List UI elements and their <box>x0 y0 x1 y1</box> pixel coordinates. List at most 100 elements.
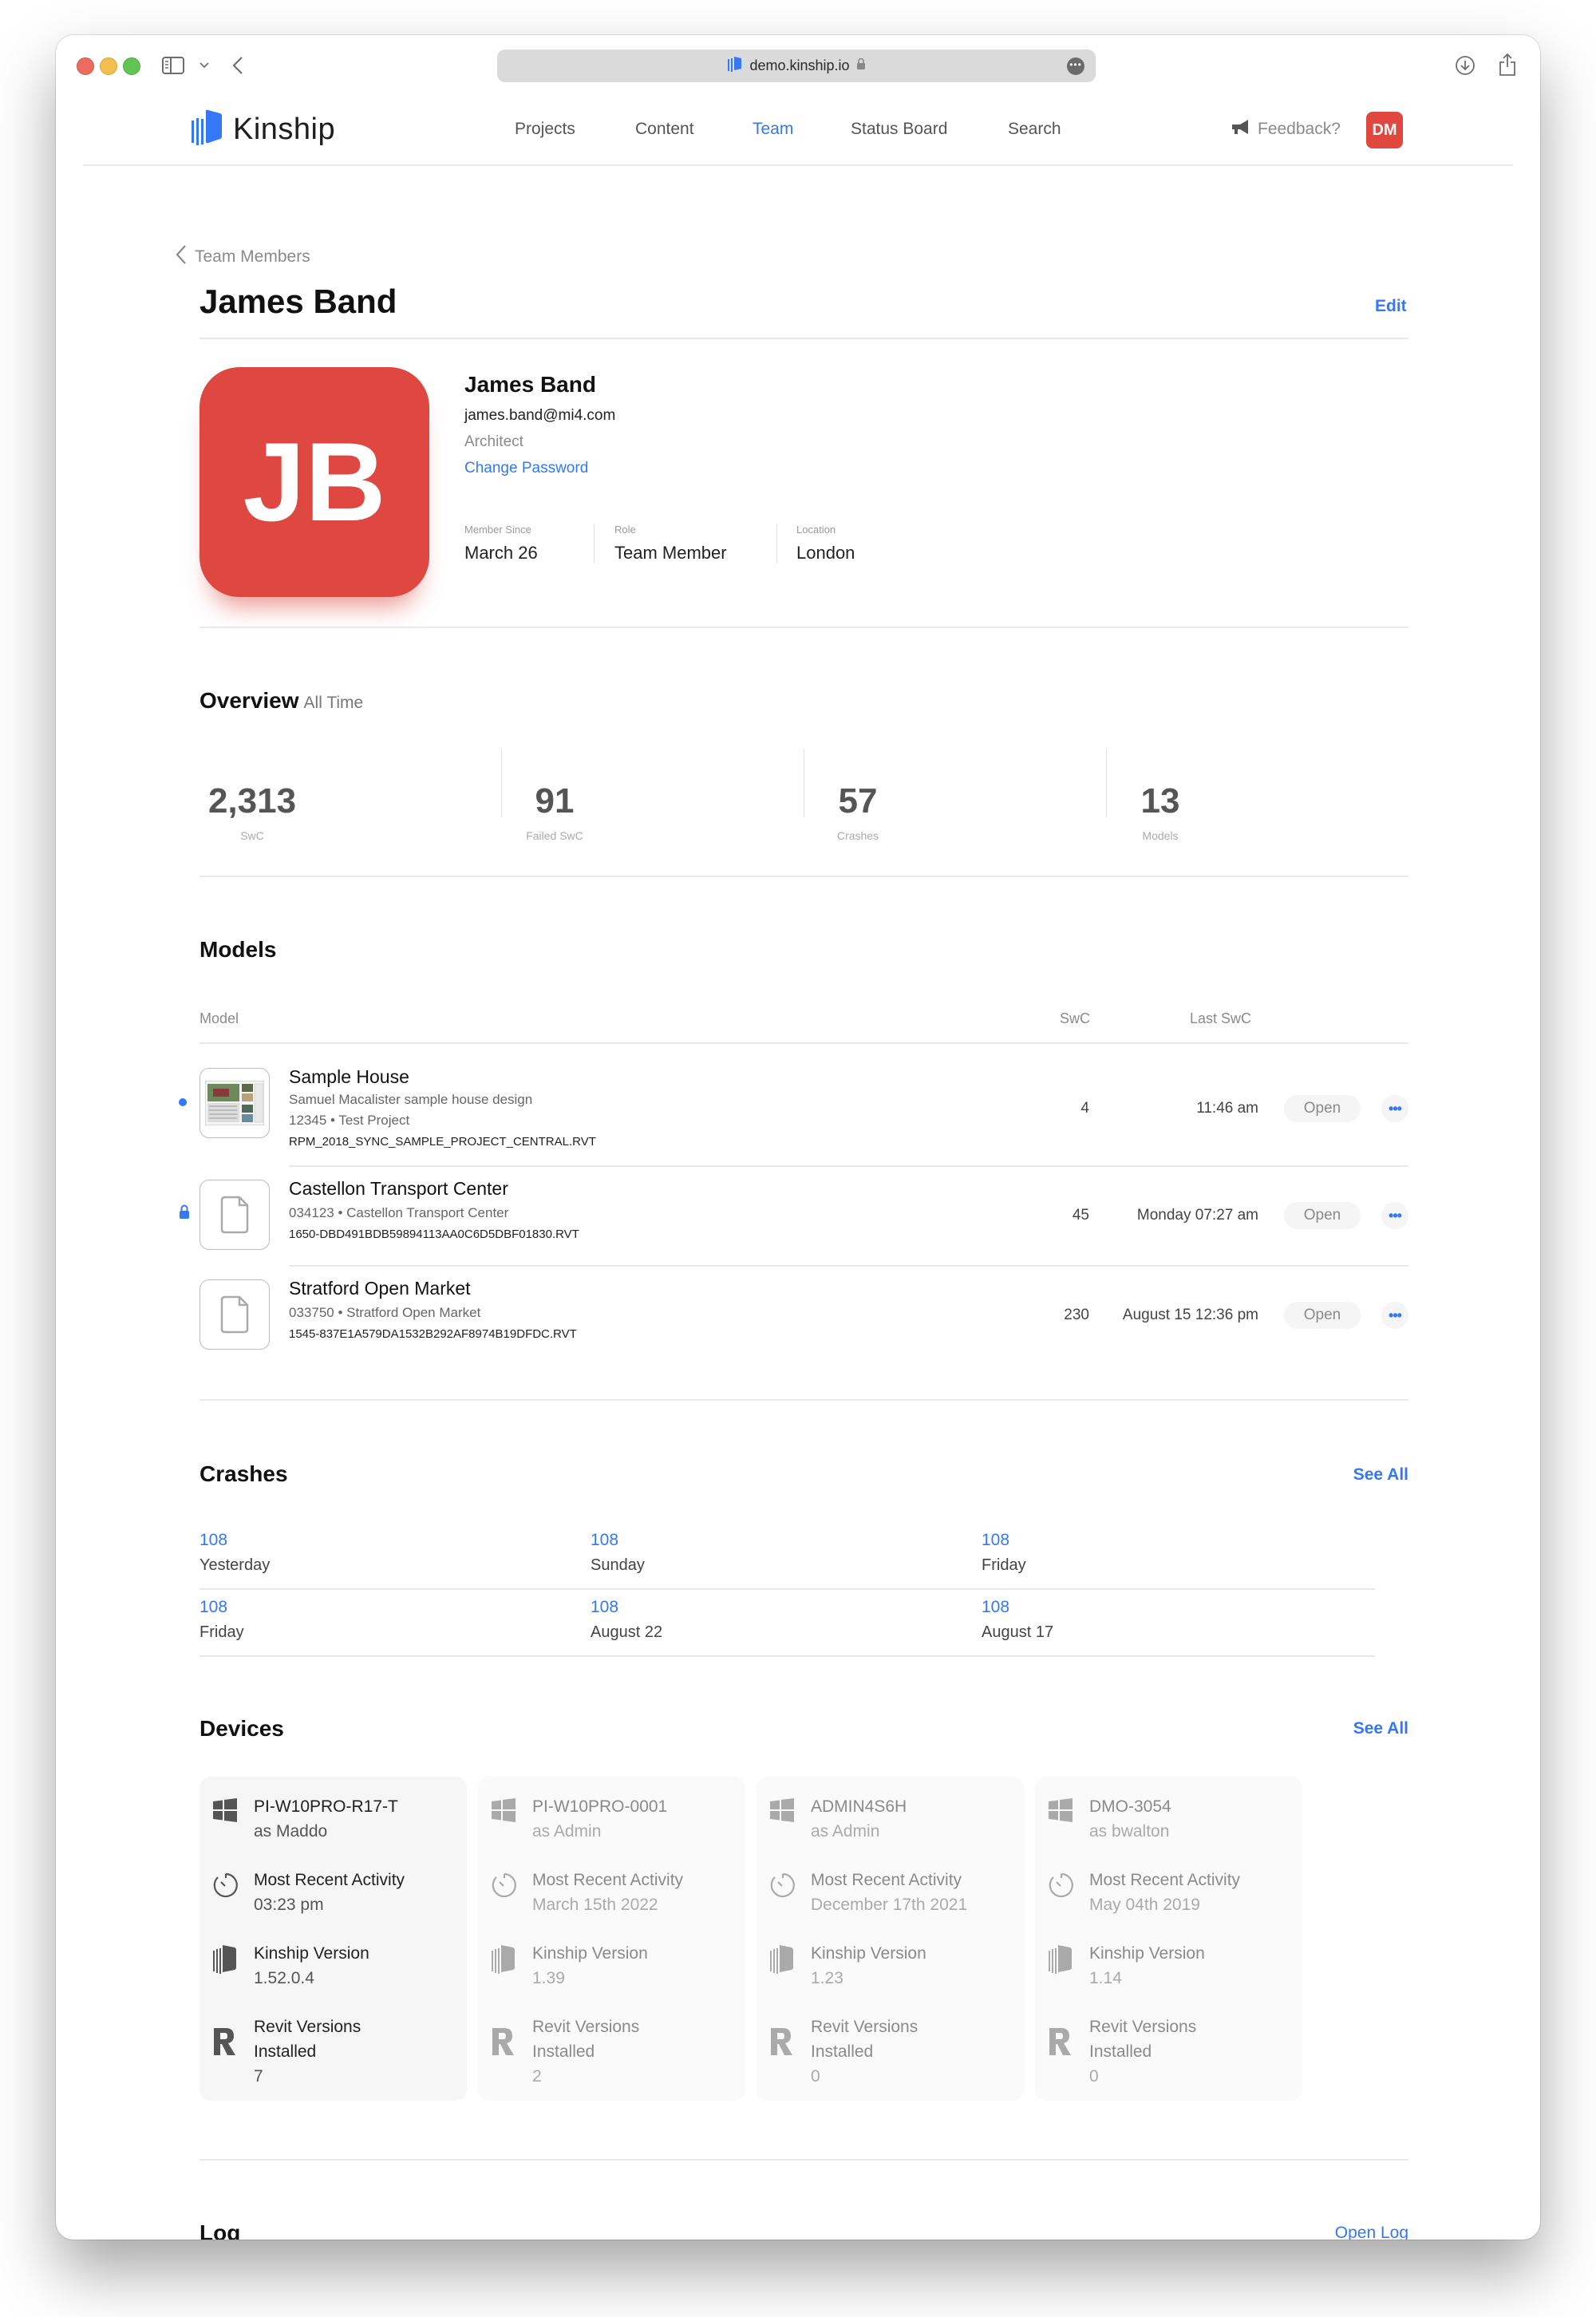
model-name[interactable]: Castellon Transport Center <box>289 1178 508 1200</box>
crash-count[interactable]: 108 <box>200 1531 583 1550</box>
model-last-swc: August 15 12:36 pm <box>1122 1307 1258 1323</box>
model-project: 12345 • Test Project <box>289 1113 410 1128</box>
kinship-version-value: 1.52.0.4 <box>254 1969 314 1987</box>
model-swc: 4 <box>1080 1100 1089 1117</box>
feedback-link[interactable]: Feedback? <box>1231 118 1341 140</box>
devices-divider <box>200 2159 1408 2161</box>
kinship-version-value: 1.14 <box>1089 1969 1122 1987</box>
stat-value: 2,313 <box>207 781 297 820</box>
revit-count: 0 <box>811 2067 820 2086</box>
model-name[interactable]: Sample House <box>289 1066 409 1088</box>
lock-icon <box>179 1204 190 1224</box>
crash-count[interactable]: 108 <box>982 1531 1365 1550</box>
crash-item[interactable]: 108 Sunday <box>591 1531 974 1575</box>
close-window-button[interactable] <box>77 57 94 75</box>
device-name: PI-W10PRO-R17-T <box>254 1797 398 1816</box>
brand-logo[interactable]: Kinship <box>192 109 335 150</box>
open-model-button[interactable]: Open <box>1284 1202 1361 1229</box>
revit-count: 2 <box>532 2067 542 2086</box>
kinship-version-label: Kinship Version <box>811 1944 926 1963</box>
stat-value: 57 <box>838 781 878 820</box>
windows-icon <box>212 1794 254 1844</box>
device-card[interactable]: DMO-3054 as bwalton Most Recent Activity M… <box>1035 1777 1302 2101</box>
share-icon[interactable] <box>1497 51 1518 78</box>
nav-search[interactable]: Search <box>1008 120 1061 139</box>
nav-status-board[interactable]: Status Board <box>851 120 947 139</box>
user-menu-avatar[interactable]: DM <box>1366 112 1403 148</box>
revit-icon <box>491 2015 532 2089</box>
stat-value: 13 <box>1140 781 1180 820</box>
profile-name: James Band <box>464 372 596 397</box>
location-label: Location <box>796 524 836 536</box>
device-card[interactable]: PI-W10PRO-0001 as Admin Most Recent Activ… <box>478 1777 745 2101</box>
kinship-logo-icon <box>769 1941 811 1991</box>
browser-window: demo.kinship.io ••• Kinship Projects Con… <box>56 35 1540 2240</box>
zoom-window-button[interactable] <box>123 57 140 75</box>
breadcrumb[interactable]: Team Members <box>176 244 310 270</box>
crashes-see-all-link[interactable]: See All <box>1353 1465 1408 1485</box>
device-card[interactable]: PI-W10PRO-R17-T as Maddo Most Recent Acti… <box>200 1777 467 2101</box>
more-options-button[interactable]: ••• <box>1381 1095 1408 1122</box>
stopwatch-icon <box>491 1868 532 1917</box>
role-label: Role <box>614 524 636 536</box>
minimize-window-button[interactable] <box>100 57 117 75</box>
more-icon[interactable]: ••• <box>1067 57 1084 75</box>
open-log-link[interactable]: Open Log <box>1335 2224 1408 2240</box>
model-row[interactable]: Castellon Transport Center 034123 • Cast… <box>180 1178 1408 1251</box>
more-options-button[interactable]: ••• <box>1381 1302 1408 1329</box>
crash-item[interactable]: 108 Friday <box>200 1598 583 1642</box>
model-row[interactable]: Sample House Samuel Macalister sample ho… <box>179 1066 1408 1149</box>
activity-label: Most Recent Activity <box>532 1871 684 1889</box>
crash-count[interactable]: 108 <box>591 1531 974 1550</box>
stopwatch-icon <box>212 1868 254 1917</box>
active-dot-icon <box>179 1098 187 1106</box>
crash-item[interactable]: 108 August 22 <box>591 1598 974 1642</box>
crash-count[interactable]: 108 <box>982 1598 1365 1617</box>
devices-see-all-link[interactable]: See All <box>1353 1719 1408 1738</box>
address-bar[interactable]: demo.kinship.io ••• <box>497 49 1096 82</box>
nav-projects[interactable]: Projects <box>515 120 575 139</box>
model-file: 1650-DBD491BDB59894113AA0C6D5DBF01830.RV… <box>289 1228 579 1241</box>
stat-crashes: 57 Crashes <box>706 781 1009 842</box>
back-icon[interactable] <box>230 54 246 77</box>
revit-icon <box>769 2015 811 2089</box>
site-favicon-icon <box>727 55 743 77</box>
crash-count[interactable]: 108 <box>200 1598 583 1617</box>
navbar-divider <box>83 164 1513 166</box>
overview-subtitle: All Time <box>303 694 364 712</box>
stat-label: Crashes <box>836 829 879 842</box>
megaphone-icon <box>1231 118 1251 140</box>
file-icon <box>220 1196 249 1234</box>
change-password-link[interactable]: Change Password <box>464 460 588 477</box>
header-divider <box>200 338 1408 339</box>
device-card[interactable]: ADMIN4S6H as Admin Most Recent Activity De… <box>757 1777 1024 2101</box>
device-user: as Admin <box>811 1822 880 1841</box>
revit-label-2: Installed <box>532 2042 595 2061</box>
stat-value: 91 <box>535 781 575 820</box>
model-row[interactable]: Stratford Open Market 033750 • Stratford… <box>200 1278 1408 1351</box>
stat-models: 13 Models <box>1009 781 1312 842</box>
new-tab-icon[interactable] <box>1539 56 1540 75</box>
open-model-button[interactable]: Open <box>1284 1095 1361 1122</box>
crash-item[interactable]: 108 Friday <box>982 1531 1365 1575</box>
crash-count[interactable]: 108 <box>591 1598 974 1617</box>
open-model-button[interactable]: Open <box>1284 1302 1361 1329</box>
kinship-logo-icon <box>1048 1941 1089 1991</box>
ellipsis-icon: ••• <box>1389 1207 1402 1224</box>
crash-item[interactable]: 108 Yesterday <box>200 1531 583 1575</box>
model-thumbnail <box>200 1068 270 1138</box>
chevron-down-icon[interactable] <box>198 59 211 72</box>
device-name: ADMIN4S6H <box>811 1797 907 1816</box>
model-name[interactable]: Stratford Open Market <box>289 1278 471 1299</box>
row-divider <box>289 1165 1408 1167</box>
overview-title: Overview All Time <box>200 688 363 714</box>
crash-row-divider <box>200 1655 1375 1657</box>
nav-content[interactable]: Content <box>635 120 694 139</box>
more-options-button[interactable]: ••• <box>1381 1202 1408 1229</box>
nav-team[interactable]: Team <box>753 120 793 139</box>
crash-date: Sunday <box>591 1556 645 1574</box>
edit-button[interactable]: Edit <box>1375 297 1407 316</box>
sidebar-icon[interactable] <box>161 56 185 75</box>
download-icon[interactable] <box>1454 54 1476 77</box>
crash-item[interactable]: 108 August 17 <box>982 1598 1365 1642</box>
